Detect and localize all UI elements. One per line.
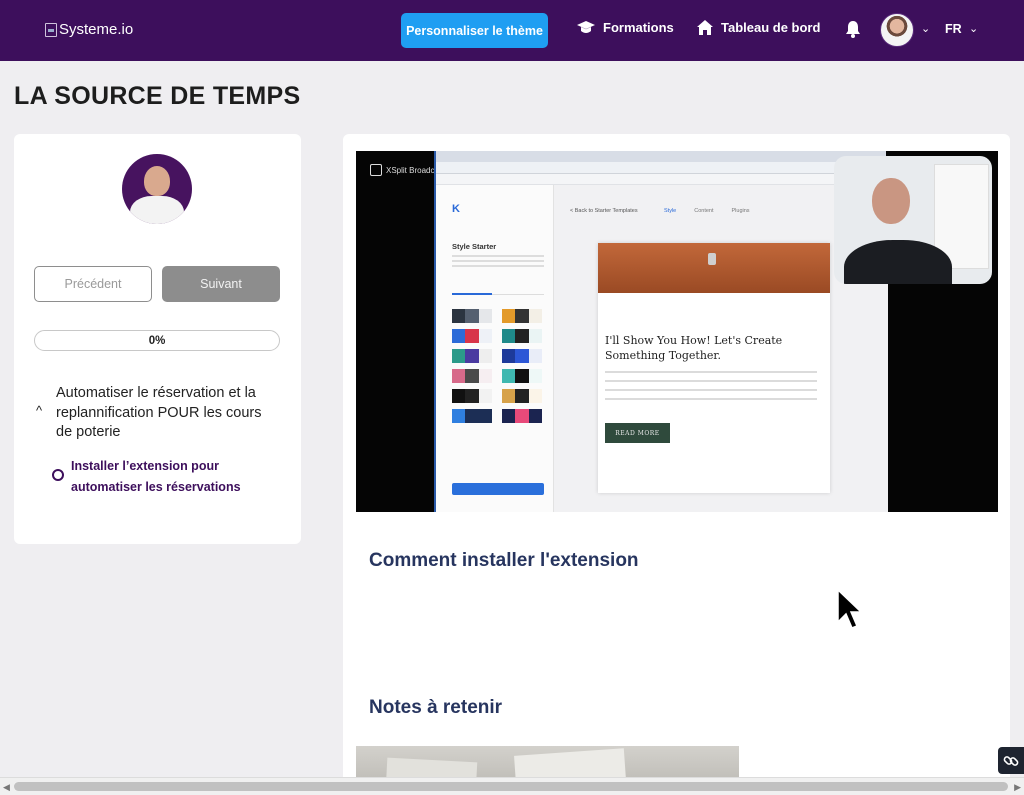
next-button[interactable]: Suivant <box>162 266 280 302</box>
broken-image-icon <box>45 22 57 37</box>
customize-theme-button[interactable]: Personnaliser le thème <box>401 13 548 48</box>
step-plugins: Plugins <box>731 208 750 214</box>
link-widget[interactable] <box>998 747 1024 774</box>
hero-image <box>598 243 830 293</box>
scroll-left-icon[interactable]: ◀ <box>3 782 10 793</box>
video-player[interactable]: XSplit Broadc K Style Starter < Back to … <box>356 151 998 512</box>
link-icon <box>1003 755 1019 766</box>
preview-headline: I'll Show You How! Let's Create Somethin… <box>605 334 783 362</box>
graduation-cap-icon <box>577 20 595 33</box>
lesson-title[interactable]: Installer l’extension pour automatiser l… <box>71 456 281 497</box>
xsplit-logo-icon <box>370 164 382 176</box>
horizontal-scrollbar[interactable]: ◀ ▶ <box>0 777 1024 795</box>
nav-dashboard[interactable]: Tableau de bord <box>697 20 820 35</box>
previous-button[interactable]: Précédent <box>34 266 152 302</box>
chevron-down-icon[interactable]: ⌄ <box>969 22 978 35</box>
webcam-overlay <box>834 156 992 284</box>
next-step-button <box>452 483 544 495</box>
nav-dashboard-label: Tableau de bord <box>721 20 821 35</box>
step-style: Style <box>664 208 677 214</box>
scrollbar-thumb[interactable] <box>14 782 1008 791</box>
chevron-down-icon[interactable]: ⌄ <box>921 22 930 35</box>
nav-formations[interactable]: Formations <box>577 20 674 35</box>
read-more-button: READ MORE <box>605 423 670 443</box>
section-notes-title: Notes à retenir <box>369 697 503 718</box>
module-title[interactable]: Automatiser le réservation et la replann… <box>56 384 281 443</box>
language-selector[interactable]: FR <box>945 22 962 36</box>
page-title: LA SOURCE DE TEMPS <box>14 82 301 110</box>
xsplit-label: XSplit Broadc <box>386 165 435 175</box>
scroll-right-icon[interactable]: ▶ <box>1014 782 1021 793</box>
lesson-content: XSplit Broadc K Style Starter < Back to … <box>343 134 1010 795</box>
instructor-avatar <box>122 154 192 224</box>
systeme-logo[interactable]: Systeme.io <box>45 21 133 38</box>
course-sidebar: Précédent Suivant 0% ^ Automatiser le ré… <box>14 134 301 544</box>
wizard-steps: Style Content Plugins <box>664 208 750 214</box>
home-icon <box>697 20 713 35</box>
lesson-status-circle-icon <box>52 469 64 481</box>
step-content: Content <box>694 208 714 214</box>
style-starter-panel: K Style Starter <box>436 185 554 512</box>
bell-icon[interactable] <box>845 20 861 38</box>
style-starter-heading: Style Starter <box>452 242 497 251</box>
kadence-logo-icon: K <box>452 203 460 215</box>
mouse-cursor-icon <box>837 588 862 629</box>
xsplit-overlay: XSplit Broadc <box>370 164 434 176</box>
top-navbar: Systeme.io Personnaliser le thème Format… <box>0 0 1024 61</box>
logo-alt-text: Systeme.io <box>59 21 134 38</box>
back-to-templates-link: < Back to Starter Templates <box>570 208 638 214</box>
preview-page: I'll Show You How! Let's Create Somethin… <box>598 243 830 493</box>
user-avatar[interactable] <box>880 13 914 47</box>
recorded-browser-window: K Style Starter < Back to Starter Templa… <box>434 151 888 512</box>
section-install-title: Comment installer l'extension <box>369 550 639 571</box>
color-swatches <box>452 309 542 423</box>
progress-bar: 0% <box>34 330 280 351</box>
chevron-up-icon[interactable]: ^ <box>36 403 42 418</box>
nav-formations-label: Formations <box>603 20 674 35</box>
